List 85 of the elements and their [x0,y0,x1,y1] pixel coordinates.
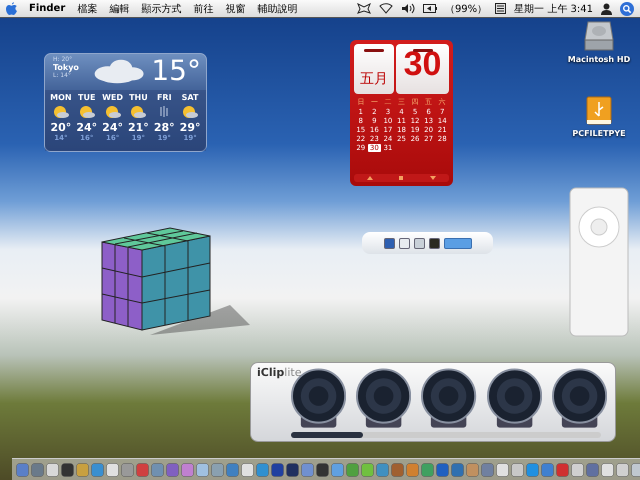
usb-drive-icon[interactable] [586,96,612,126]
high-temperature: 20° [50,121,72,134]
scroll-thumb[interactable] [291,432,363,438]
volume-icon [400,3,415,14]
dock-app-icon[interactable] [526,462,539,476]
dock-app-icon[interactable] [541,462,554,476]
view-option-button[interactable] [384,238,394,248]
dock-app-icon[interactable] [106,462,119,476]
input-menu-icon [495,3,506,14]
dock-app-icon[interactable] [181,462,194,476]
dock-app-icon[interactable] [616,462,629,476]
icon-label[interactable]: PCFILETPYE [572,129,626,138]
dock-app-icon[interactable] [46,462,59,476]
weekday-label: SAT [182,93,198,102]
dock-app-icon[interactable] [121,462,134,476]
high-temperature: 21° [128,121,149,134]
battery-icon [422,4,437,13]
dock-app-icon[interactable] [451,462,464,476]
menu-item[interactable]: 前往 [193,2,214,16]
dock-app-icon[interactable] [346,462,359,476]
dock-app-icon[interactable] [196,462,209,476]
menu-item[interactable]: 編輯 [109,2,130,16]
dock-app-icon[interactable] [136,462,149,476]
dock-app-icon[interactable] [496,462,509,476]
dock-app-icon[interactable] [466,462,479,476]
dock-app-icon[interactable] [586,462,599,476]
city-name: Tokyo [53,63,79,72]
panel-title: iCliplite [257,366,302,379]
dock-app-icon[interactable] [421,462,434,476]
dock-app-icon[interactable] [16,462,29,476]
dock-app-icon[interactable] [211,462,224,476]
month-label: 五月 [359,70,389,89]
dock-app-icon[interactable] [256,462,269,476]
dock-app-icon[interactable] [376,462,389,476]
dock-app-icon[interactable] [331,462,344,476]
dock-app-icon[interactable] [241,462,254,476]
current-temperature: 15° [151,56,201,86]
weekday-label: WED [102,93,124,102]
dock-app-icon[interactable] [271,462,284,476]
wifi-icon [378,3,393,14]
dock-app-icon[interactable] [481,462,494,476]
high-temperature: 24° [76,121,98,134]
dock-app-icon[interactable] [226,462,239,476]
dock-app-icon[interactable] [601,462,614,476]
weekday-label: FRI [156,93,172,102]
weekday-label: TUE [78,93,96,102]
dock-app-icon[interactable] [511,462,524,476]
dock-app-icon[interactable] [91,462,104,476]
view-option-button[interactable] [428,238,440,248]
dock-app-icon[interactable] [406,462,419,476]
dock-app-icon[interactable] [361,462,374,476]
menu-item[interactable]: 顯示方式 [141,2,182,16]
high-temperature: 29° [180,121,200,134]
high-temperature: 28° [154,121,175,134]
high-temperature: 24° [102,121,123,134]
weekday-label: THU [129,93,148,102]
date-label: 30 [404,44,442,85]
menu-item[interactable]: 視窗 [225,2,246,16]
today-icon [399,176,404,180]
search-icon [620,2,634,16]
dock-app-icon[interactable] [571,462,584,476]
menu-item[interactable]: 輔助說明 [257,2,298,16]
menu-item[interactable]: 檔案 [77,2,98,16]
hard-drive-icon[interactable] [584,20,614,52]
scroll-track[interactable] [291,432,601,438]
dock-app-icon[interactable] [286,462,299,476]
dock-app-icon[interactable] [61,462,74,476]
apple-icon [6,2,17,15]
battery-percentage: （99%） [444,2,488,16]
user-icon [601,2,612,14]
dock-app-icon[interactable] [301,462,314,476]
dock-app-icon[interactable] [316,462,329,476]
dock-app-icon[interactable] [31,462,44,476]
dock-app-icon[interactable] [166,462,179,476]
up-arrow-icon [367,176,374,180]
icon-label[interactable]: Macintosh HD [568,55,630,64]
dock-app-icon[interactable] [436,462,449,476]
dock-app-icon[interactable] [76,462,89,476]
dock-app-icon[interactable] [391,462,404,476]
down-arrow-icon [430,176,436,180]
menu-clock[interactable]: 星期一 上午 3:41 [514,2,593,16]
weekday-label: MON [50,93,72,102]
menu-item[interactable]: Finder [29,3,66,14]
dock-app-icon[interactable] [151,462,164,476]
dock-app-icon[interactable] [556,462,569,476]
